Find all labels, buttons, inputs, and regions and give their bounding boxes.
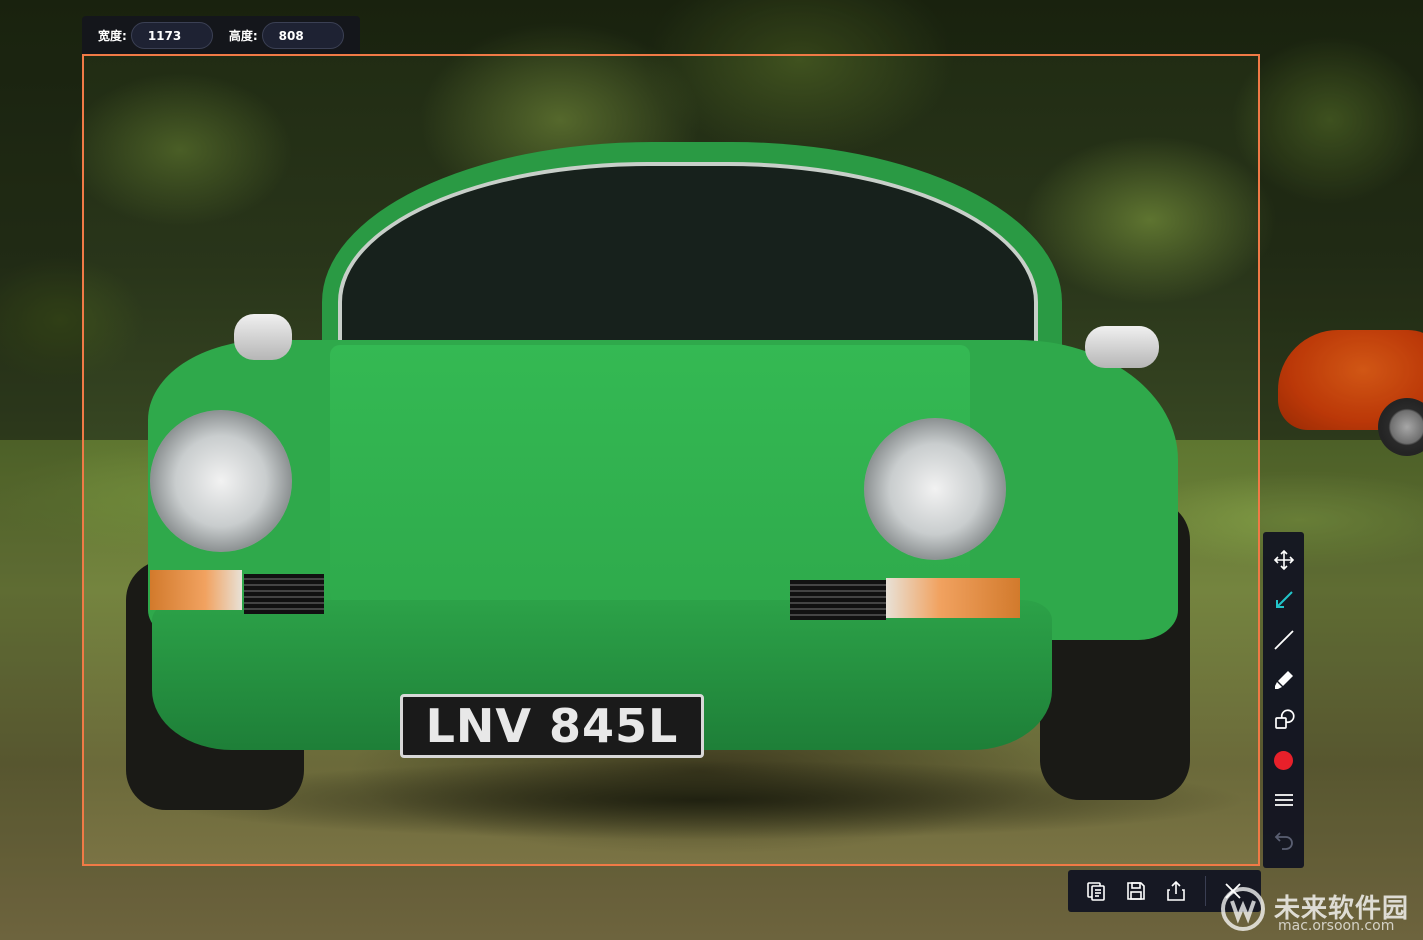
share-icon: [1167, 880, 1185, 901]
color-picker-button[interactable]: [1263, 740, 1304, 780]
watermark: 未来软件园 mac.orsoon.com: [1218, 880, 1418, 936]
marker-tool-button[interactable]: [1263, 660, 1304, 700]
undo-icon: [1274, 832, 1293, 850]
copy-button[interactable]: [1076, 870, 1116, 912]
annotation-toolbar: [1263, 532, 1304, 868]
undo-button[interactable]: [1263, 820, 1304, 860]
color-icon: [1274, 750, 1293, 770]
copy-icon: [1087, 882, 1105, 901]
share-button[interactable]: [1156, 870, 1196, 912]
arrow-icon: [1275, 591, 1293, 608]
dim-left: [0, 54, 82, 866]
watermark-logo-icon: [1221, 887, 1265, 931]
height-label: 高度:: [228, 28, 258, 43]
height-input[interactable]: 808: [261, 21, 344, 49]
shape-icon: [1274, 709, 1295, 729]
marker-icon: [1274, 671, 1293, 689]
line-tool-button[interactable]: [1263, 620, 1304, 660]
move-tool-button[interactable]: [1263, 540, 1304, 580]
size-panel: 宽度: 1173 高度: 808: [82, 16, 360, 54]
move-icon: [1273, 549, 1294, 571]
width-input[interactable]: 1173: [130, 21, 213, 49]
stroke-width-icon: [1274, 794, 1293, 806]
capture-selection-frame[interactable]: [82, 54, 1260, 866]
shape-tool-button[interactable]: [1263, 700, 1304, 740]
stroke-width-button[interactable]: [1263, 780, 1304, 820]
width-label: 宽度:: [98, 28, 127, 43]
save-button[interactable]: [1116, 870, 1156, 912]
watermark-subtitle: mac.orsoon.com: [1278, 918, 1395, 934]
save-icon: [1127, 882, 1145, 900]
line-icon: [1273, 630, 1294, 650]
arrow-tool-button[interactable]: [1263, 580, 1304, 620]
toolbar-separator: [1205, 876, 1206, 906]
